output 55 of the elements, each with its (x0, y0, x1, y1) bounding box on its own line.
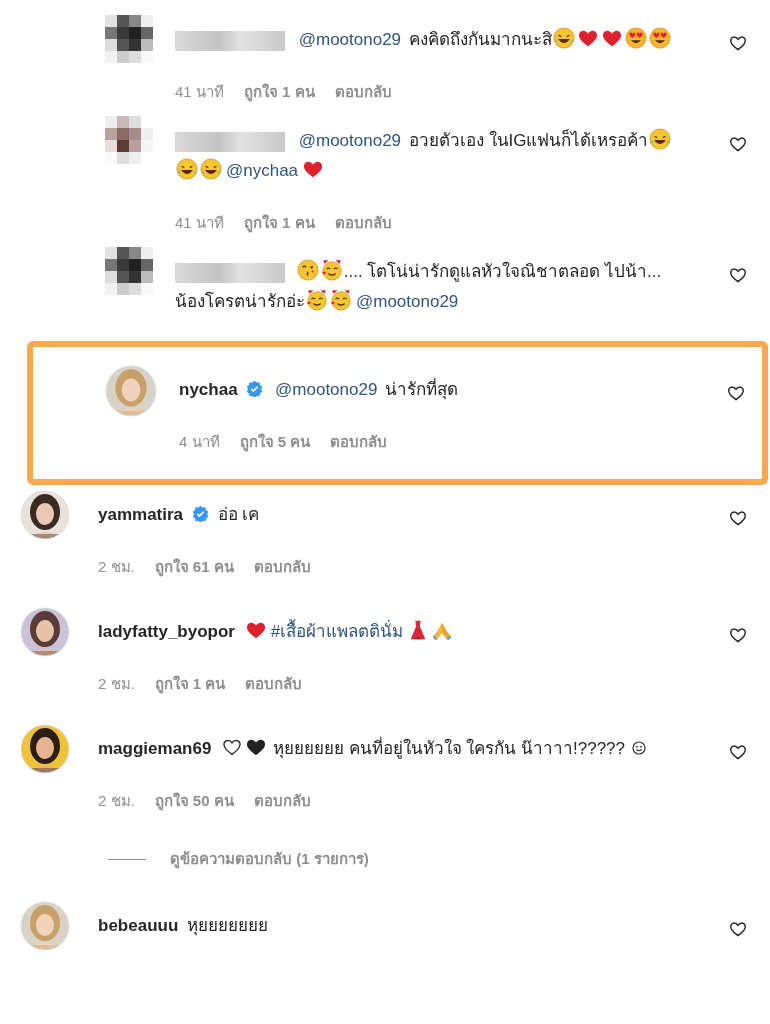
reply-button[interactable]: ตอบกลับ (253, 791, 311, 811)
username-link[interactable]: maggieman69 (98, 739, 212, 758)
comment-text: yammatira อ่อ เค (98, 504, 261, 526)
laughing-emoji-icon (552, 27, 575, 49)
reply-button[interactable]: ตอบกลับ (334, 82, 392, 102)
like-heart-icon[interactable] (728, 134, 748, 154)
mention-link[interactable]: @mootono29 (298, 30, 402, 49)
comment-time: 2 ชม. (98, 674, 135, 694)
laughing-emoji-icon (200, 158, 222, 180)
mention-link[interactable]: @nychaa (226, 161, 299, 180)
reply-button[interactable]: ตอบกลับ (334, 213, 392, 233)
mention-link[interactable]: @mootono29 (298, 131, 402, 150)
mention-link[interactable]: @mootono29 (275, 380, 378, 399)
smiley-icon (630, 740, 647, 756)
username-link[interactable]: nychaa (179, 380, 238, 399)
comment-text: .... โตโน่น่ารักดูแลหัวใจณิชาตลอด ไปน้า... น้องโครตน่ารักอ่ะ @mootono29 (175, 257, 680, 317)
comment-time: 41 นาที (175, 82, 224, 102)
comment-text: nychaa @mootono29 น่ารักที่สุด (179, 375, 684, 405)
like-heart-icon[interactable] (726, 383, 746, 403)
comment-time: 41 นาที (175, 213, 224, 233)
username-link[interactable]: yammatira (98, 505, 184, 524)
smiling-hearts-emoji-icon (306, 289, 328, 311)
like-heart-icon[interactable] (728, 919, 748, 939)
smiling-hearts-emoji-icon (320, 259, 343, 281)
likes-count-button[interactable]: ถูกใจ 1 คน (243, 213, 315, 233)
comment-time: 2 ชม. (98, 791, 135, 811)
reply-button[interactable]: ตอบกลับ (245, 674, 303, 694)
likes-count-button[interactable]: ถูกใจ 5 คน (239, 432, 311, 452)
likes-count-button[interactable]: ถูกใจ 50 คน (154, 791, 234, 811)
view-replies-button[interactable]: ดูข้อความตอบกลับ (1 รายการ) (170, 847, 369, 871)
likes-count-button[interactable]: ถูกใจ 1 คน (243, 82, 315, 102)
comment-time: 4 นาที (179, 432, 220, 452)
username-link[interactable]: ladyfatty_byopor (98, 622, 235, 641)
laughing-emoji-icon (649, 128, 672, 150)
username-link[interactable]: bebeauuu (98, 916, 179, 935)
smiling-hearts-emoji-icon (330, 289, 352, 311)
like-heart-icon[interactable] (728, 742, 748, 762)
comment-text: maggieman69 หุยยยยยย คนที่อยู่ในหัวใจ ใครกัน น๊าาาา!????? (98, 734, 698, 764)
like-heart-icon[interactable] (728, 33, 748, 53)
like-heart-icon[interactable] (728, 508, 748, 528)
heart-eyes-emoji-icon (648, 27, 671, 49)
comment-time: 2 ชม. (98, 557, 135, 577)
comment-text: @mootono29 อวยตัวเอง ในIGแฟนก็ได้เหรอค้า @nychaa (175, 126, 680, 186)
likes-count-button[interactable]: ถูกใจ 1 คน (154, 674, 226, 694)
like-heart-icon[interactable] (728, 625, 748, 645)
comment-text: bebeauuu หุยยยยยยย (98, 915, 270, 938)
like-heart-icon[interactable] (728, 265, 748, 285)
mention-link[interactable]: @mootono29 (356, 292, 459, 311)
heart-eyes-emoji-icon (624, 27, 647, 49)
kissing-emoji-icon (296, 259, 319, 281)
likes-count-button[interactable]: ถูกใจ 61 คน (154, 557, 234, 577)
reply-button[interactable]: ตอบกลับ (330, 432, 388, 452)
laughing-emoji-icon (176, 158, 198, 180)
reply-button[interactable]: ตอบกลับ (253, 557, 311, 577)
comment-text: @mootono29 คงคิดถึงกันมากนะสิ (175, 25, 680, 55)
